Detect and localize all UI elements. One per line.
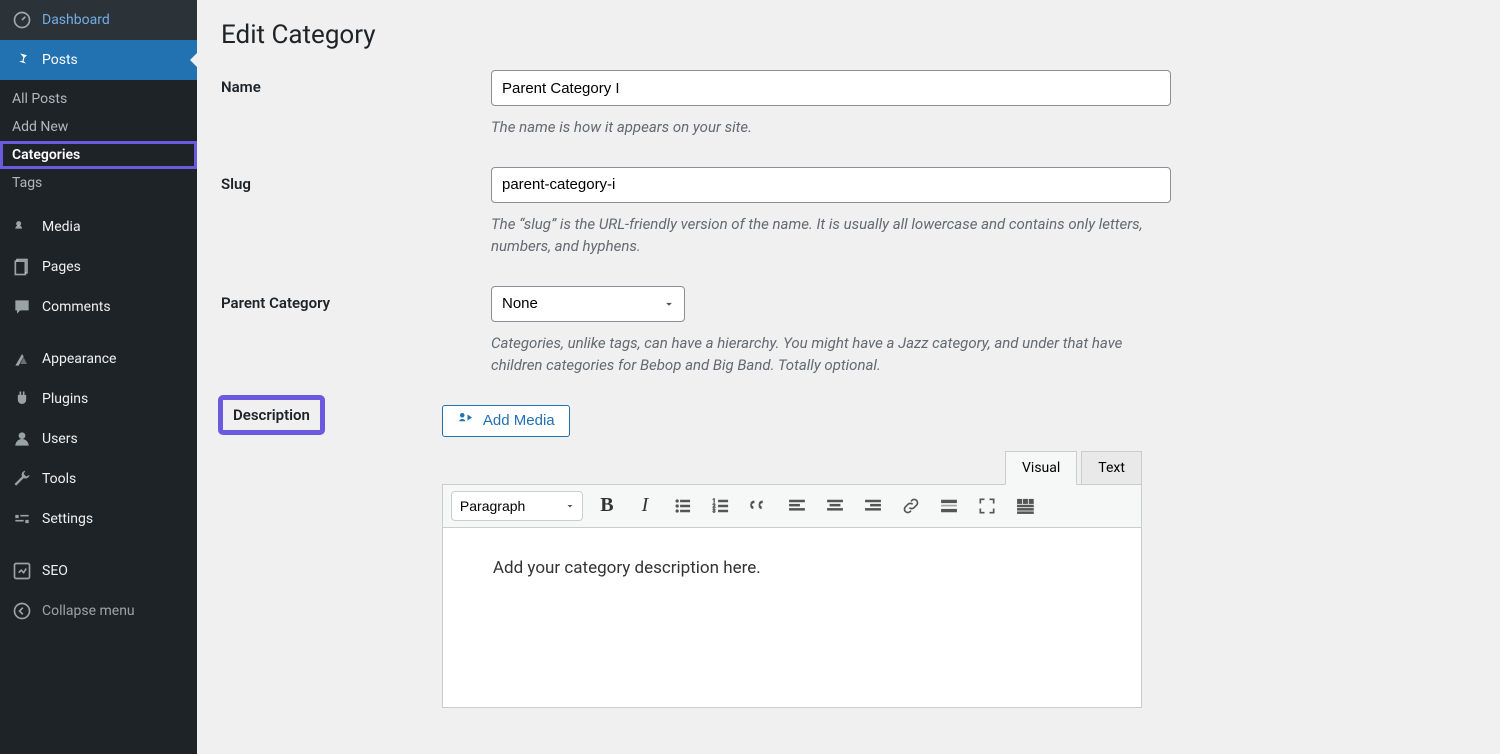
tools-icon (12, 469, 32, 489)
media-icon (457, 410, 475, 432)
sidebar-item-label: Tools (42, 471, 76, 487)
settings-icon (12, 509, 32, 529)
sidebar-item-pages[interactable]: Pages (0, 247, 197, 287)
sidebar-item-label: SEO (42, 563, 68, 579)
name-input[interactable] (491, 70, 1171, 106)
media-icon (12, 217, 32, 237)
editor-toolbar: Paragraph B I 123 (442, 484, 1142, 528)
page-title: Edit Category (221, 20, 1476, 50)
users-icon (12, 429, 32, 449)
description-textarea[interactable]: Add your category description here. (442, 528, 1142, 708)
plugins-icon (12, 389, 32, 409)
main-content: Edit Category Name The name is how it ap… (197, 0, 1500, 754)
sidebar-item-label: Plugins (42, 391, 88, 407)
parent-category-select[interactable]: None (491, 286, 685, 322)
sidebar-subitem-all-posts[interactable]: All Posts (0, 85, 197, 113)
toolbar-toggle-button[interactable] (1011, 492, 1039, 520)
sidebar-item-comments[interactable]: Comments (0, 287, 197, 327)
slug-label: Slug (221, 167, 491, 193)
align-right-button[interactable] (859, 492, 887, 520)
align-left-button[interactable] (783, 492, 811, 520)
appearance-icon (12, 349, 32, 369)
bullet-list-button[interactable] (669, 492, 697, 520)
sidebar-item-label: Pages (42, 259, 81, 275)
sidebar-subitem-add-new[interactable]: Add New (0, 113, 197, 141)
slug-description: The “slug” is the URL-friendly version o… (491, 213, 1171, 258)
name-description: The name is how it appears on your site. (491, 116, 1171, 139)
tab-visual[interactable]: Visual (1005, 451, 1077, 485)
sidebar-item-settings[interactable]: Settings (0, 499, 197, 539)
collapse-menu-button[interactable]: Collapse menu (0, 591, 197, 631)
description-label: Description (221, 398, 322, 432)
sidebar-subitem-categories[interactable]: Categories (0, 141, 197, 169)
blockquote-button[interactable] (745, 492, 773, 520)
collapse-menu-label: Collapse menu (42, 603, 135, 619)
slug-input[interactable] (491, 167, 1171, 203)
align-center-button[interactable] (821, 492, 849, 520)
seo-icon (12, 561, 32, 581)
collapse-icon (12, 601, 32, 621)
sidebar-item-appearance[interactable]: Appearance (0, 339, 197, 379)
sidebar-item-label: Appearance (42, 351, 116, 367)
sidebar-item-dashboard[interactable]: Dashboard (0, 0, 197, 40)
comments-icon (12, 297, 32, 317)
sidebar-item-label: Comments (42, 299, 111, 315)
fullscreen-button[interactable] (973, 492, 1001, 520)
sidebar-item-label: Settings (42, 511, 93, 527)
italic-button[interactable]: I (631, 492, 659, 520)
sidebar-item-media[interactable]: Media (0, 207, 197, 247)
pushpin-icon (12, 50, 32, 70)
sidebar-item-label: Dashboard (42, 12, 110, 28)
link-button[interactable] (897, 492, 925, 520)
sidebar-submenu-posts: All Posts Add New Categories Tags (0, 80, 197, 207)
svg-text:3: 3 (713, 508, 716, 514)
parent-category-label: Parent Category (221, 286, 491, 312)
bold-button[interactable]: B (593, 492, 621, 520)
add-media-button[interactable]: Add Media (442, 405, 570, 437)
pages-icon (12, 257, 32, 277)
sidebar-item-label: Users (42, 431, 78, 447)
sidebar-item-tools[interactable]: Tools (0, 459, 197, 499)
sidebar-item-seo[interactable]: SEO (0, 551, 197, 591)
sidebar-item-label: Posts (42, 52, 78, 68)
numbered-list-button[interactable]: 123 (707, 492, 735, 520)
dashboard-icon (12, 10, 32, 30)
name-label: Name (221, 70, 491, 96)
edit-category-form: Name The name is how it appears on your … (221, 70, 1476, 708)
sidebar-item-users[interactable]: Users (0, 419, 197, 459)
insert-more-button[interactable] (935, 492, 963, 520)
tab-text[interactable]: Text (1081, 451, 1142, 485)
admin-sidebar: Dashboard Posts All Posts Add New Catego… (0, 0, 197, 754)
sidebar-item-posts[interactable]: Posts (0, 40, 197, 80)
format-select[interactable]: Paragraph (451, 491, 583, 521)
sidebar-subitem-tags[interactable]: Tags (0, 169, 197, 197)
parent-description: Categories, unlike tags, can have a hier… (491, 332, 1171, 377)
add-media-label: Add Media (483, 412, 555, 429)
sidebar-item-label: Media (42, 219, 81, 235)
wysiwyg-editor: Visual Text Paragraph B I 123 (442, 451, 1142, 708)
sidebar-item-plugins[interactable]: Plugins (0, 379, 197, 419)
